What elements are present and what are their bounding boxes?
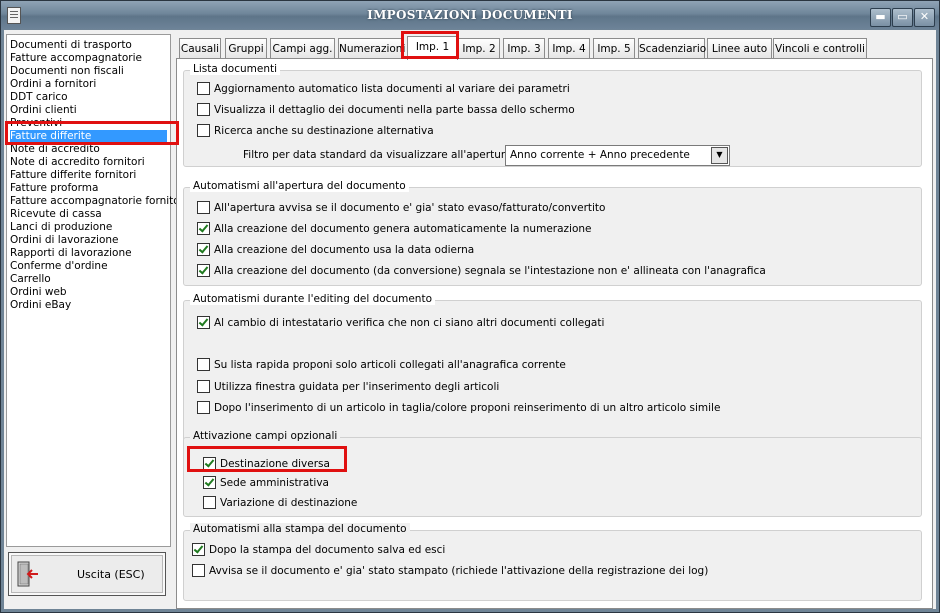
exit-button[interactable]: Uscita (ESC) <box>8 552 166 596</box>
tab-panel-imp-1: Lista documenti Aggiornamento automatico… <box>176 58 933 609</box>
list-item[interactable]: Ordini eBay <box>10 299 71 312</box>
list-item[interactable]: Documenti non fiscali <box>10 65 124 78</box>
list-item[interactable]: Ordini di lavorazione <box>10 234 119 247</box>
checkbox-checked[interactable] <box>192 543 205 556</box>
list-item[interactable]: Lanci di produzione <box>10 221 112 234</box>
option-label: Ricerca anche su destinazione alternativ… <box>214 125 434 137</box>
list-item[interactable]: Note di accredito fornitori <box>10 156 145 169</box>
close-button[interactable]: ✕ <box>914 8 935 27</box>
date-filter-select[interactable]: Anno corrente + Anno precedente ▼ <box>505 145 730 166</box>
checkbox[interactable] <box>203 496 216 509</box>
tab-causali[interactable]: Causali <box>179 38 221 59</box>
option-label: Utilizza finestra guidata per l'inserime… <box>214 381 500 393</box>
checkbox-checked[interactable] <box>197 222 210 235</box>
list-item[interactable]: Conferme d'ordine <box>10 260 108 273</box>
group-automatismi-stampa: Automatismi alla stampa del documento Do… <box>183 523 922 601</box>
option-label: Dopo l'inserimento di un articolo in tag… <box>214 402 721 414</box>
option-label: Sede amministrativa <box>220 477 329 489</box>
option-label: Al cambio di intestatario verifica che n… <box>214 317 605 329</box>
list-item[interactable]: Rapporti di lavorazione <box>10 247 132 260</box>
tab-imp-4[interactable]: Imp. 4 <box>548 38 590 59</box>
document-type-list[interactable]: Documenti di trasporto Fatture accompagn… <box>6 34 180 547</box>
tab-linee-auto[interactable]: Linee auto <box>707 38 772 59</box>
window-client: Documenti di trasporto Fatture accompagn… <box>4 30 936 609</box>
group-title: Automatismi alla stampa del documento <box>190 523 410 535</box>
option-label: Avvisa se il documento e' gia' stato sta… <box>209 565 709 577</box>
checkbox[interactable] <box>197 124 210 137</box>
tab-vincoli-controlli[interactable]: Vincoli e controlli <box>773 38 867 59</box>
tab-imp-2[interactable]: Imp. 2 <box>458 38 500 59</box>
settings-window: IMPOSTAZIONI DOCUMENTI ▬ ▭ ✕ Documenti d… <box>0 0 940 613</box>
list-item[interactable]: Fatture differite fornitori <box>10 169 136 182</box>
checkbox-checked[interactable] <box>197 264 210 277</box>
list-item[interactable]: Ordini web <box>10 286 67 299</box>
list-item[interactable]: Fatture accompagnatorie fornito <box>10 195 180 208</box>
group-automatismi-editing: Automatismi durante l'editing del docume… <box>183 293 922 445</box>
highlight-active-tab <box>401 31 459 59</box>
option-label: Dopo la stampa del documento salva ed es… <box>209 544 446 556</box>
list-item[interactable]: Ricevute di cassa <box>10 208 102 221</box>
group-title: Automatismi all'apertura del documento <box>190 180 409 192</box>
group-title: Automatismi durante l'editing del docume… <box>190 293 435 305</box>
window-title: IMPOSTAZIONI DOCUMENTI <box>367 8 573 22</box>
group-title: Attivazione campi opzionali <box>190 430 341 442</box>
list-item[interactable]: Carrello <box>10 273 51 286</box>
chevron-down-icon[interactable]: ▼ <box>711 147 728 164</box>
title-bar[interactable]: IMPOSTAZIONI DOCUMENTI ▬ ▭ ✕ <box>1 1 939 29</box>
option-label: Su lista rapida proponi solo articoli co… <box>214 359 566 371</box>
tab-gruppi[interactable]: Gruppi <box>225 38 267 59</box>
option-label: Alla creazione del documento usa la data… <box>214 244 475 256</box>
checkbox[interactable] <box>197 380 210 393</box>
group-title: Lista documenti <box>190 63 281 75</box>
checkbox[interactable] <box>197 82 210 95</box>
list-item[interactable]: Ordini clienti <box>10 104 77 117</box>
tab-imp-5[interactable]: Imp. 5 <box>593 38 635 59</box>
maximize-button[interactable]: ▭ <box>892 8 913 27</box>
tab-strip: Causali Gruppi Campi agg. Numerazioni Im… <box>176 36 936 60</box>
option-label: Aggiornamento automatico lista documenti… <box>214 83 570 95</box>
option-label: Alla creazione del documento (da convers… <box>214 265 766 277</box>
checkbox[interactable] <box>192 564 205 577</box>
checkbox[interactable] <box>197 103 210 116</box>
checkbox-checked[interactable] <box>197 243 210 256</box>
date-filter-value: Anno corrente + Anno precedente <box>510 149 690 161</box>
checkbox-checked[interactable] <box>197 316 210 329</box>
list-item[interactable]: Ordini a fornitori <box>10 78 96 91</box>
checkbox[interactable] <box>197 358 210 371</box>
option-label: Alla creazione del documento genera auto… <box>214 223 592 235</box>
group-automatismi-apertura: Automatismi all'apertura del documento A… <box>183 180 922 286</box>
tab-campi-agg[interactable]: Campi agg. <box>270 38 335 59</box>
door-exit-icon <box>17 561 38 587</box>
tab-scadenziario[interactable]: Scadenziario <box>638 38 706 59</box>
list-item[interactable]: Fatture accompagnatorie <box>10 52 142 65</box>
checkbox-checked[interactable] <box>203 476 216 489</box>
option-label: Visualizza il dettaglio dei documenti ne… <box>214 104 575 116</box>
list-item[interactable]: Fatture proforma <box>10 182 98 195</box>
filter-label: Filtro per data standard da visualizzare… <box>243 149 519 161</box>
checkbox[interactable] <box>197 401 210 414</box>
minimize-button[interactable]: ▬ <box>870 8 891 27</box>
tab-imp-3[interactable]: Imp. 3 <box>503 38 545 59</box>
highlight-destinazione-diversa <box>187 446 347 472</box>
option-label: Variazione di destinazione <box>220 497 358 509</box>
highlight-selected-list-item <box>5 121 179 145</box>
group-lista-documenti: Lista documenti Aggiornamento automatico… <box>183 63 922 167</box>
exit-button-label: Uscita (ESC) <box>77 568 145 581</box>
list-item[interactable]: Documenti di trasporto <box>10 39 132 52</box>
checkbox[interactable] <box>197 201 210 214</box>
tab-numerazioni[interactable]: Numerazioni <box>338 38 405 59</box>
option-label: All'apertura avvisa se il documento e' g… <box>214 202 606 214</box>
list-item[interactable]: DDT carico <box>10 91 68 104</box>
